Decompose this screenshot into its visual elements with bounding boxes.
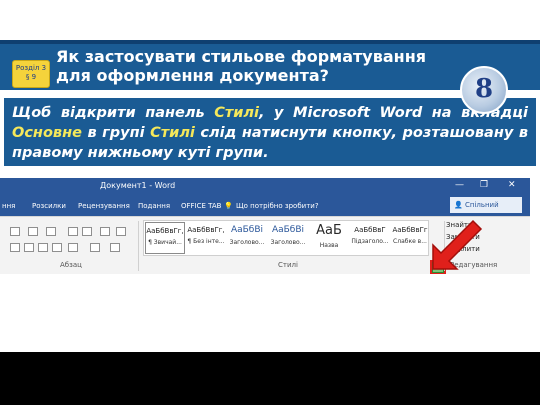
style-name: Назва bbox=[319, 242, 339, 249]
style-title[interactable]: АаБ Назва bbox=[309, 222, 349, 254]
justify-icon[interactable] bbox=[52, 243, 62, 252]
style-sample: АаБбВвГ bbox=[354, 226, 386, 234]
decrease-indent-icon[interactable] bbox=[68, 227, 78, 236]
style-heading-1[interactable]: АаБбВі Заголово... bbox=[227, 222, 267, 254]
tell-me-search[interactable]: Що потрібно зробити? bbox=[236, 202, 319, 210]
increase-indent-icon[interactable] bbox=[82, 227, 92, 236]
style-sample: АаБбВвГг, bbox=[146, 227, 184, 235]
styles-gallery: АаБбВвГг, ¶ Звичай... АаБбВвГг, ¶ Без ін… bbox=[143, 220, 429, 256]
tab-view[interactable]: Подання bbox=[138, 202, 170, 210]
slide-title: Як застосувати стильове форматування для… bbox=[56, 47, 466, 85]
style-heading-2[interactable]: АаБбВі Заголово... bbox=[268, 222, 308, 254]
numbering-icon[interactable] bbox=[28, 227, 38, 236]
style-sample: АаБбВвГг, bbox=[187, 226, 225, 234]
tab-review-partial[interactable]: ння bbox=[2, 202, 15, 210]
paragraph-group bbox=[10, 223, 134, 263]
tab-mailings[interactable]: Розсилки bbox=[32, 202, 66, 210]
word-titlebar: Документ1 - Word — ❐ ✕ bbox=[0, 178, 530, 196]
restore-icon[interactable]: ❐ bbox=[480, 180, 488, 190]
close-icon[interactable]: ✕ bbox=[508, 180, 516, 190]
slide-title-line2: для оформлення документа? bbox=[56, 66, 329, 85]
person-icon: 👤 bbox=[454, 201, 463, 209]
instruction-box: Щоб відкрити панель Стилі, у Microsoft W… bbox=[4, 98, 536, 166]
align-left-icon[interactable] bbox=[10, 243, 20, 252]
grade-number: 8 bbox=[474, 74, 494, 104]
paragraph-group-label: Абзац bbox=[60, 261, 82, 269]
style-sample: АаБбВі bbox=[230, 225, 264, 235]
red-arrow-icon bbox=[432, 219, 483, 270]
align-center-icon[interactable] bbox=[24, 243, 34, 252]
tab-office-tab[interactable]: OFFICE TAB bbox=[181, 202, 222, 210]
section-badge-line1: Розділ 3 bbox=[15, 64, 47, 72]
styles-group-label: Стилі bbox=[278, 261, 298, 269]
instruction-text: Щоб відкрити панель Стилі, у Microsoft W… bbox=[12, 103, 528, 163]
style-no-spacing[interactable]: АаБбВвГг, ¶ Без інте... bbox=[186, 222, 226, 254]
instruction-highlight-styles-group: Стилі bbox=[150, 125, 195, 141]
instruction-part: Щоб відкрити панель bbox=[12, 105, 215, 121]
minimize-icon[interactable]: — bbox=[455, 180, 464, 190]
instruction-highlight-home: Основне bbox=[12, 125, 82, 141]
slide-title-line1: Як застосувати стильове форматування bbox=[56, 47, 427, 66]
style-name: ¶ Без інте... bbox=[187, 238, 225, 245]
instruction-highlight-styles: Стилі bbox=[214, 105, 259, 121]
style-normal[interactable]: АаБбВвГг, ¶ Звичай... bbox=[145, 222, 185, 254]
slide: Розділ 3 § 9 Як застосувати стильове фор… bbox=[0, 0, 540, 352]
group-divider bbox=[138, 221, 139, 271]
style-sample: АаБбВі bbox=[271, 225, 305, 235]
line-spacing-icon[interactable] bbox=[68, 243, 78, 252]
style-name: Підзаголо... bbox=[351, 238, 389, 245]
borders-icon[interactable] bbox=[110, 243, 120, 252]
bottom-letterbox bbox=[0, 352, 540, 405]
style-sample: АаБ bbox=[316, 223, 342, 238]
grade-emblem: 8 bbox=[460, 66, 508, 114]
align-right-icon[interactable] bbox=[38, 243, 48, 252]
tab-review[interactable]: Рецензування bbox=[78, 202, 130, 210]
style-name: ¶ Звичай... bbox=[148, 239, 182, 246]
style-name: Заголово... bbox=[229, 239, 265, 246]
instruction-part: в групі bbox=[81, 125, 151, 141]
multilevel-list-icon[interactable] bbox=[46, 227, 56, 236]
bullets-icon[interactable] bbox=[10, 227, 20, 236]
style-name: Заголово... bbox=[270, 239, 306, 246]
section-badge: Розділ 3 § 9 bbox=[12, 60, 50, 88]
shading-icon[interactable] bbox=[90, 243, 100, 252]
section-badge-line2: § 9 bbox=[25, 73, 37, 81]
style-subtitle[interactable]: АаБбВвГ Підзаголо... bbox=[350, 222, 390, 254]
pilcrow-icon[interactable] bbox=[116, 227, 126, 236]
lightbulb-icon: 💡 bbox=[224, 202, 233, 210]
sort-icon[interactable] bbox=[100, 227, 110, 236]
title-bar-accent bbox=[0, 40, 540, 44]
word-window-title: Документ1 - Word bbox=[100, 181, 176, 190]
share-button[interactable]: 👤 Спільний доступ bbox=[450, 197, 522, 225]
ribbon-tabs: ння Розсилки Рецензування Подання OFFICE… bbox=[0, 196, 530, 225]
